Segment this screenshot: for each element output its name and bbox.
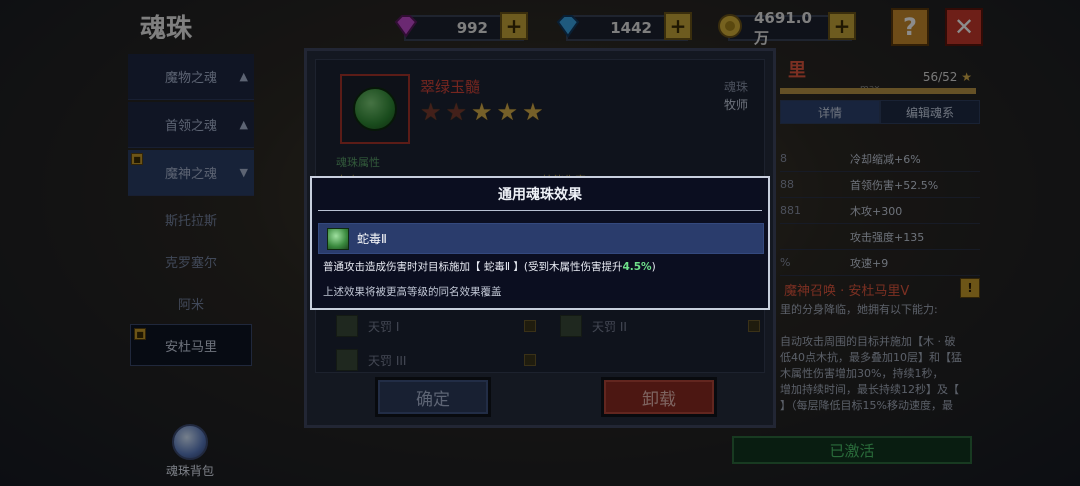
effect-desc-suffix: ) xyxy=(651,261,656,273)
effect-item: 蛇毒Ⅱ xyxy=(318,223,764,254)
effect-note: 上述效果将被更高等级的同名效果覆盖 xyxy=(323,286,502,298)
modal-title: 通用魂珠效果 xyxy=(498,187,582,203)
snake-poison-icon xyxy=(327,227,349,250)
effect-description: 普通攻击造成伤害时对目标施加【 蛇毒Ⅱ 】(受到木属性伤害提升4.5%) xyxy=(323,259,656,274)
divider xyxy=(318,210,762,211)
effect-desc-text: 普通攻击造成伤害时对目标施加【 蛇毒Ⅱ 】(受到木属性伤害提升 xyxy=(323,261,623,273)
effect-name: 蛇毒Ⅱ xyxy=(357,232,387,246)
effect-desc-value: 4.5% xyxy=(622,261,652,273)
soul-effect-modal: 通用魂珠效果 蛇毒Ⅱ 普通攻击造成伤害时对目标施加【 蛇毒Ⅱ 】(受到木属性伤害… xyxy=(310,176,770,310)
